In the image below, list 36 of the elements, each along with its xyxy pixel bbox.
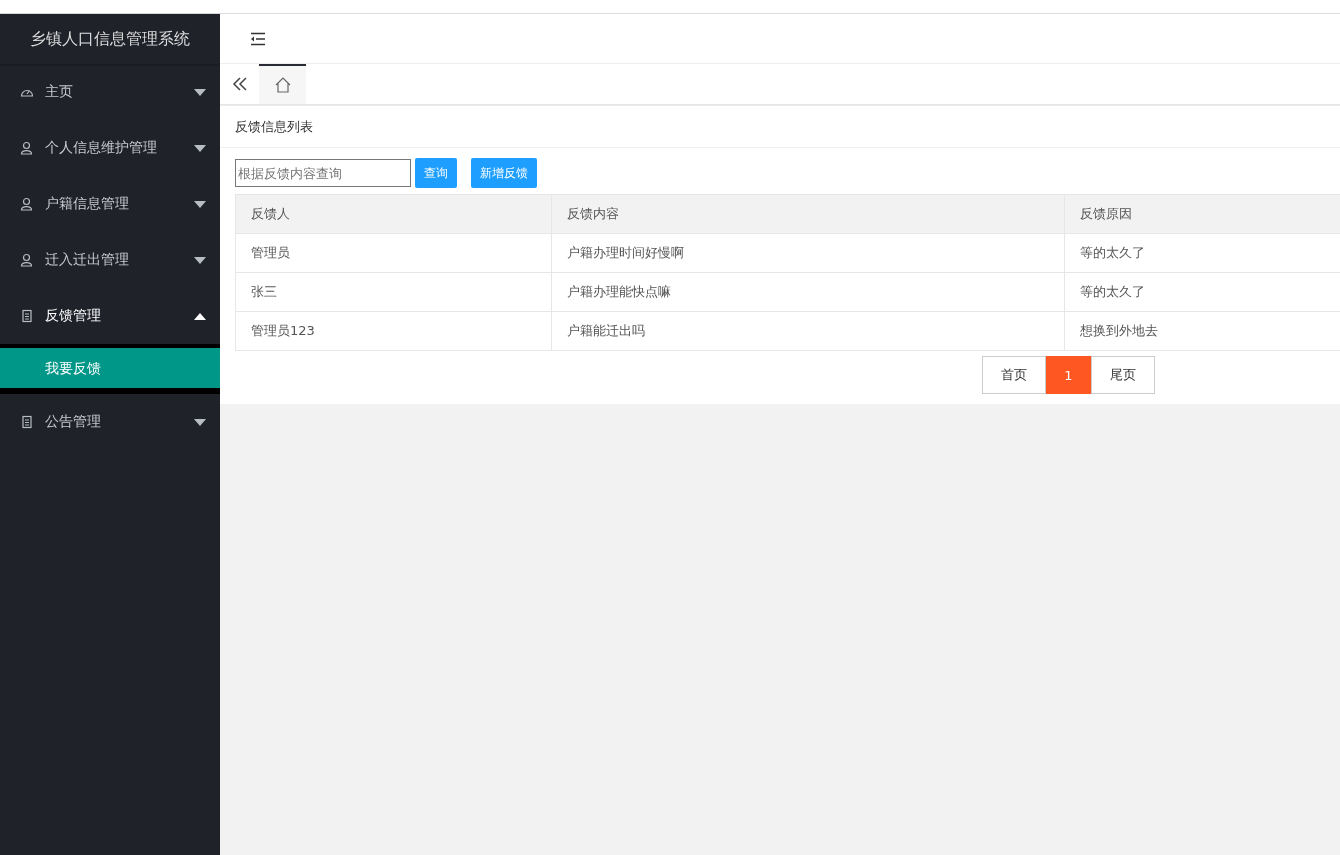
caret-icon bbox=[194, 418, 206, 426]
user-icon bbox=[20, 253, 34, 267]
table-cell: 管理员123 bbox=[235, 311, 552, 351]
sidebar-menu-item[interactable]: 迁入迁出管理 bbox=[0, 232, 220, 288]
column-header: 反馈原因 bbox=[1064, 194, 1340, 234]
caret-icon bbox=[194, 144, 206, 152]
table-cell: 户籍能迁出吗 bbox=[551, 311, 1065, 351]
menu-icon[interactable] bbox=[250, 31, 266, 46]
document-icon bbox=[20, 309, 34, 323]
sidebar-menu-item[interactable]: 反馈管理 bbox=[0, 288, 220, 344]
app-title: 乡镇人口信息管理系统 bbox=[0, 14, 220, 64]
caret-icon bbox=[194, 256, 206, 264]
double-chevron-left-icon[interactable] bbox=[232, 76, 248, 92]
last-page-button[interactable]: 尾页 bbox=[1091, 356, 1155, 394]
user-icon bbox=[20, 197, 34, 211]
user-icon bbox=[20, 141, 34, 155]
column-header: 反馈人 bbox=[235, 194, 552, 234]
table-cell: 张三 bbox=[235, 272, 552, 312]
sidebar-menu-item[interactable]: 户籍信息管理 bbox=[0, 176, 220, 232]
caret-icon bbox=[194, 200, 206, 208]
table-cell: 管理员 bbox=[235, 233, 552, 273]
column-header: 反馈内容 bbox=[551, 194, 1065, 234]
search-field[interactable]: 根据反馈内容查询 bbox=[235, 159, 411, 187]
home-tab[interactable] bbox=[259, 64, 306, 104]
sidebar-submenu-item[interactable]: 我要反馈 bbox=[0, 348, 220, 388]
sidebar-menu-item[interactable]: 公告管理 bbox=[0, 394, 220, 450]
panel-title: 反馈信息列表 bbox=[220, 106, 1340, 148]
sidebar-menu-item[interactable]: 个人信息维护管理 bbox=[0, 120, 220, 176]
caret-icon bbox=[194, 312, 206, 320]
first-page-button[interactable]: 首页 bbox=[982, 356, 1046, 394]
sidebar-menu-item[interactable]: 主页 bbox=[0, 64, 220, 120]
table-cell: 户籍办理时间好慢啊 bbox=[551, 233, 1065, 273]
caret-icon bbox=[194, 88, 206, 96]
table-cell: 户籍办理能快点嘛 bbox=[551, 272, 1065, 312]
document-icon bbox=[20, 415, 34, 429]
home-icon bbox=[273, 76, 292, 94]
